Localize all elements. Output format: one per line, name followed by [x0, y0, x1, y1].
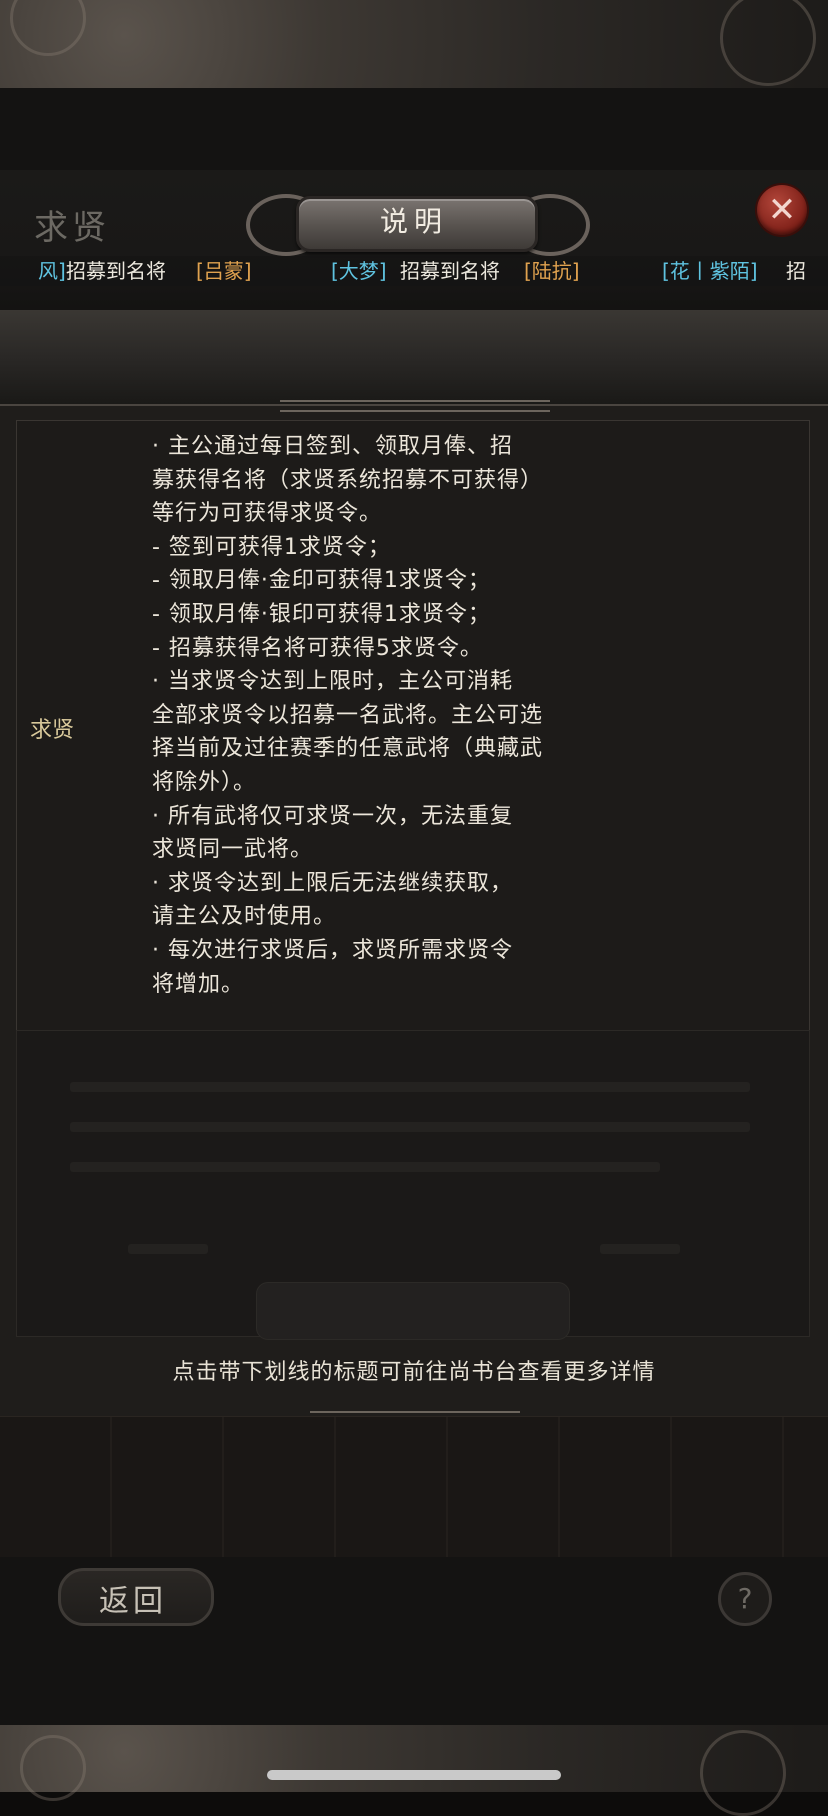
cloud-decoration-icon	[10, 0, 86, 56]
description-line: 请主公及时使用。	[152, 904, 337, 930]
description-line: · 求贤令达到上限后无法继续获取，	[152, 870, 513, 896]
description-line: 募获得名将（求贤系统招募不可获得）	[152, 467, 544, 493]
description-text: · 主公通过每日签到、领取月俸、招 募获得名将（求贤系统招募不可获得） 等行为可…	[152, 430, 632, 1001]
ticker-segment: 风]	[38, 259, 66, 283]
hint-text: 点击带下划线的标题可前往尚书台查看更多详情	[172, 1360, 656, 1385]
back-button[interactable]: 返回	[58, 1568, 214, 1626]
close-icon: ✕	[767, 190, 797, 230]
ticker-segment: 招募到名将	[400, 259, 500, 283]
description-line: 等行为可获得求贤令。	[152, 501, 383, 527]
dimmed-recruit-button	[256, 1282, 570, 1340]
description-line: - 领取月俸·金印可获得1求贤令；	[152, 568, 491, 594]
top-ornament	[280, 400, 550, 412]
dimmed-text-line	[70, 1162, 660, 1172]
description-line: · 所有武将仅可求贤一次，无法重复	[152, 803, 513, 829]
description-line: - 签到可获得1求贤令；	[152, 534, 391, 560]
floor-background	[0, 1416, 828, 1557]
top-background	[0, 0, 828, 88]
ticker-segment: [花丨紫陌]	[662, 259, 758, 283]
help-button[interactable]: ?	[718, 1572, 772, 1626]
help-icon: ?	[737, 1582, 753, 1615]
scenery-panel	[0, 310, 828, 404]
description-line: - 领取月俸·银印可获得1求贤令；	[152, 601, 491, 627]
ticker-segment: 招募到名将	[66, 259, 166, 283]
description-line: · 主公通过每日签到、领取月俸、招	[152, 434, 513, 459]
row-label: 求贤	[30, 718, 75, 743]
cloud-decoration-icon	[720, 0, 816, 86]
dimmed-text-line	[128, 1244, 208, 1254]
back-button-label: 返回	[99, 1584, 167, 1619]
cloud-decoration-icon	[700, 1730, 786, 1816]
description-line: 择当前及过往赛季的任意武将（典藏武	[152, 736, 544, 762]
dimmed-text-line	[600, 1244, 680, 1254]
home-indicator[interactable]	[267, 1770, 561, 1780]
description-line: 将增加。	[152, 971, 245, 997]
dimmed-text-line	[70, 1122, 750, 1132]
dialog-title-plaque: 说明	[238, 190, 590, 256]
cloud-decoration-icon	[20, 1735, 86, 1801]
ticker-segment: [吕蒙]	[196, 259, 252, 283]
recruit-ticker: 风] 招募到名将 [吕蒙] [大梦] 招募到名将 [陆抗] [花丨紫陌] 招	[0, 256, 828, 286]
close-button[interactable]: ✕	[757, 185, 807, 235]
description-line: · 每次进行求贤后，求贤所需求贤令	[152, 937, 513, 963]
dimmed-text-line	[70, 1082, 750, 1092]
description-line: 将除外）。	[152, 769, 257, 795]
description-line: 全部求贤令以招募一名武将。主公可选	[152, 702, 544, 728]
description-line: - 招募获得名将可获得5求贤令。	[152, 635, 483, 661]
ticker-segment: [陆抗]	[524, 259, 580, 283]
dialog-title: 说明	[379, 205, 448, 238]
ticker-segment: 招	[786, 259, 806, 283]
description-line: 求贤同一武将。	[152, 837, 314, 863]
page-title: 求贤	[34, 208, 110, 248]
bottom-background	[0, 1725, 828, 1816]
description-line: · 当求贤令达到上限时，主公可消耗	[152, 669, 513, 695]
ticker-segment: [大梦]	[331, 259, 387, 283]
